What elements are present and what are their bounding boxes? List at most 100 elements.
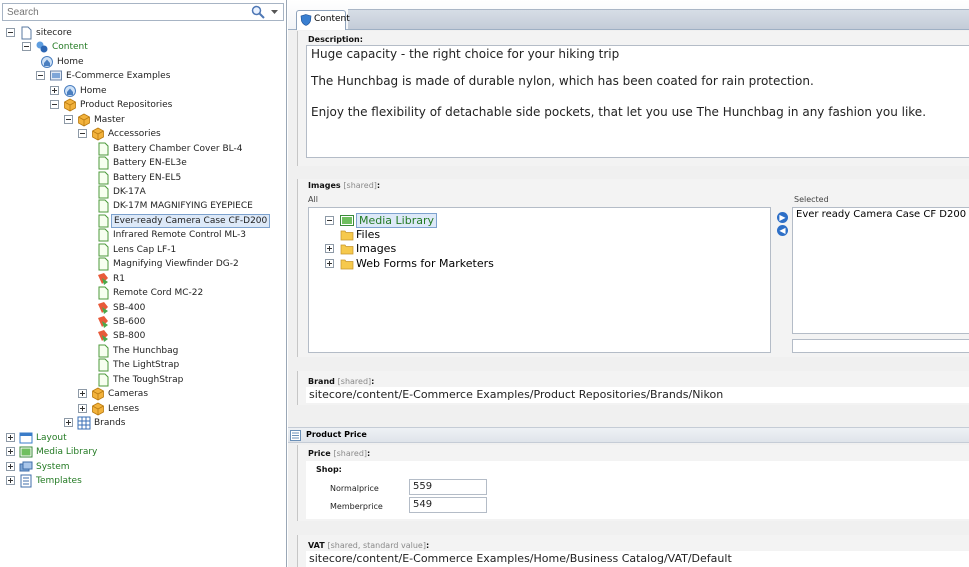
shield-icon (300, 14, 312, 26)
images-folder-label: Images (356, 242, 397, 255)
product-node[interactable]: DK-17M MAGNIFYING EYEPIECE (0, 199, 287, 213)
tree-node-label: Magnifying Viewfinder DG-2 (113, 259, 239, 270)
page-icon (96, 156, 110, 170)
product-price-section-header[interactable]: Product Price (288, 427, 969, 443)
media-library-tree[interactable]: Media Library Files Images Web Forms for… (308, 207, 771, 353)
product-node[interactable]: Battery EN-EL5 (0, 171, 287, 185)
search-icon[interactable] (251, 5, 265, 19)
expand-icon[interactable] (325, 259, 334, 268)
cube-icon (63, 98, 77, 112)
layout-node[interactable]: Layout (0, 431, 287, 445)
price-label-colon: : (367, 449, 371, 458)
search-input[interactable] (3, 4, 243, 20)
expand-icon[interactable] (64, 418, 73, 428)
product-node[interactable]: R1 (0, 272, 287, 286)
expand-icon[interactable] (78, 389, 87, 399)
tree-node-label: Master (94, 114, 125, 125)
product-node[interactable]: Lens Cap LF-1 (0, 243, 287, 257)
content-editor-pane: Content Description: Huge capacity - the… (288, 0, 969, 567)
collapse-icon[interactable] (64, 114, 73, 124)
selected-image-detail-field[interactable] (792, 339, 969, 353)
home-node[interactable]: Home (0, 55, 287, 69)
product-node[interactable]: The LightStrap (0, 358, 287, 372)
page-icon (96, 344, 110, 358)
move-right-icon[interactable]: ▶ (777, 212, 788, 223)
expand-icon[interactable] (6, 475, 15, 485)
collapse-icon[interactable] (78, 129, 87, 139)
product-node[interactable]: The ToughStrap (0, 373, 287, 387)
expand-icon[interactable] (325, 244, 334, 253)
collapse-icon[interactable] (22, 42, 31, 52)
product-node[interactable]: SB-400 (0, 301, 287, 315)
vat-field[interactable]: sitecore/content/E-Commerce Examples/Hom… (306, 551, 969, 567)
search-box[interactable] (2, 3, 284, 21)
tree-node-label: Home (57, 56, 84, 67)
product-node[interactable]: Battery Chamber Cover BL-4 (0, 142, 287, 156)
page-icon (96, 257, 110, 271)
collapse-icon[interactable] (36, 71, 45, 81)
templates-node[interactable]: Templates (0, 474, 287, 488)
product-node[interactable]: Remote Cord MC-22 (0, 286, 287, 300)
collapse-icon[interactable] (325, 216, 334, 225)
media-library-label: Media Library (356, 213, 437, 228)
product-node[interactable]: Magnifying Viewfinder DG-2 (0, 257, 287, 271)
tab-content[interactable]: Content (296, 10, 350, 30)
flash-icon (96, 272, 110, 286)
brands-node[interactable]: Brands (0, 416, 287, 430)
tree-node-label: Lens Cap LF-1 (113, 244, 177, 255)
product-node[interactable]: SB-800 (0, 329, 287, 343)
normalprice-input[interactable]: 559 (409, 479, 487, 495)
media-library-icon (340, 215, 354, 226)
expand-icon[interactable] (78, 403, 87, 413)
description-memo[interactable]: Huge capacity - the right choice for you… (306, 45, 969, 158)
tree-node-label: Ever-ready Camera Case CF-D200 (111, 213, 271, 228)
accessories-node[interactable]: Accessories (0, 127, 287, 141)
tab-bar: Content (288, 0, 969, 30)
content-node[interactable]: Content (0, 40, 287, 54)
tree-node-label: R1 (113, 273, 125, 284)
expand-icon[interactable] (6, 432, 15, 442)
tree-node-label: Brands (94, 418, 126, 429)
normalprice-label: Normalprice (330, 484, 379, 493)
folder-icon (340, 230, 354, 241)
master-node[interactable]: Master (0, 113, 287, 127)
files-label: Files (356, 228, 381, 241)
system-node[interactable]: System (0, 460, 287, 474)
product-node[interactable]: SB-600 (0, 315, 287, 329)
folder-icon (340, 259, 354, 270)
vat-label-text: VAT (308, 541, 325, 550)
tree-node-label: E-Commerce Examples (66, 71, 171, 82)
lenses-node[interactable]: Lenses (0, 402, 287, 416)
selected-image-item[interactable]: Ever ready Camera Case CF D200 (796, 209, 966, 220)
product-node[interactable]: Ever-ready Camera Case CF-D200 (0, 213, 287, 228)
product-node[interactable]: The Hunchbag (0, 344, 287, 358)
product-node[interactable]: Infrared Remote Control ML-3 (0, 228, 287, 242)
move-left-icon[interactable]: ◀ (777, 225, 788, 236)
collapse-icon[interactable] (6, 28, 15, 37)
memberprice-input[interactable]: 549 (409, 497, 487, 513)
ecommerce-home-node[interactable]: Home (0, 84, 287, 98)
tree-node-label: Lenses (108, 403, 140, 414)
selected-images-list[interactable]: Ever ready Camera Case CF D200 (792, 207, 969, 334)
media-library-node[interactable]: Media Library (0, 445, 287, 459)
cameras-node[interactable]: Cameras (0, 387, 287, 401)
page-icon (96, 199, 110, 213)
brand-field[interactable]: sitecore/content/E-Commerce Examples/Pro… (306, 387, 969, 403)
tree-node-label: DK-17M MAGNIFYING EYEPIECE (113, 201, 253, 212)
expand-icon[interactable] (50, 85, 59, 95)
product-node[interactable]: Battery EN-EL3e (0, 156, 287, 170)
collapse-icon[interactable] (50, 100, 59, 110)
chevron-down-icon[interactable] (270, 7, 279, 16)
brand-label-meta: [shared] (337, 377, 372, 386)
tree-node-label: System (36, 461, 70, 472)
expand-icon[interactable] (6, 447, 15, 457)
expand-icon[interactable] (6, 461, 15, 471)
cube-icon (77, 113, 91, 127)
product-repositories-node[interactable]: Product Repositories (0, 98, 287, 112)
product-node[interactable]: DK-17A (0, 185, 287, 199)
memberprice-label: Memberprice (330, 502, 383, 511)
ecommerce-examples-node[interactable]: E-Commerce Examples (0, 69, 287, 83)
tab-label: Content (314, 14, 350, 24)
sitecore-node[interactable]: sitecore (0, 26, 287, 40)
tree-node-label: Battery EN-EL3e (113, 158, 187, 169)
